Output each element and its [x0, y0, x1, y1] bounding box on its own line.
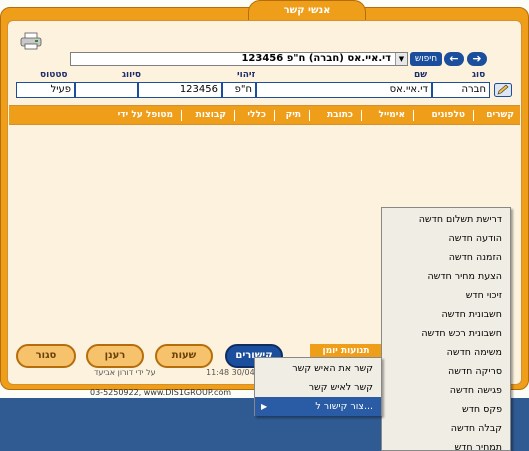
sub-item-link-contact[interactable]: קשר את האיש קשר — [255, 359, 381, 378]
tab-general[interactable]: כללי — [247, 106, 266, 124]
edit-pencil-icon[interactable] — [494, 83, 512, 97]
id-type-field[interactable]: ח"פ — [222, 82, 256, 98]
menu-item-fax[interactable]: פקס חדש — [462, 400, 502, 419]
window-title: אנשי קשר — [248, 0, 366, 22]
name-field[interactable]: די.איי.אס — [256, 82, 432, 98]
arrow-right-icon: ➜ — [472, 52, 482, 65]
tab-separator — [413, 110, 414, 121]
menu-item-costing[interactable]: תמחיר חדש — [454, 438, 502, 450]
sub-item-create-link-to-label: צור קישור ל... — [315, 401, 373, 412]
menu-item-message[interactable]: הודעה חדשה — [449, 229, 502, 248]
id-number-field[interactable]: 123456 — [138, 82, 222, 98]
menu-item-order[interactable]: הזמנה חדשה — [449, 248, 502, 267]
refresh-button[interactable]: רענן — [86, 344, 144, 368]
tab-separator — [181, 110, 182, 121]
menu-item-receipt[interactable]: קבלה חדשה — [451, 419, 502, 438]
menu-item-purchase-invoice[interactable]: חשבונית רכש חדשה — [421, 324, 502, 343]
printer-icon[interactable] — [20, 32, 42, 50]
header-status: סטטוס — [40, 70, 68, 80]
sub-item-create-link-to[interactable]: צור קישור ל... ▶ — [255, 397, 381, 416]
sub-item-link-to-contact[interactable]: קשר לאיש קשר — [255, 378, 381, 397]
arrow-left-icon: ← — [449, 52, 459, 65]
chevron-down-icon[interactable]: ▼ — [395, 53, 407, 65]
classification-field[interactable] — [75, 82, 138, 98]
tab-separator — [274, 110, 275, 121]
tab-email[interactable]: אימייל — [379, 106, 405, 124]
new-document-context-menu: דרישת תשלום חדשה הודעה חדשה הזמנה חדשה ה… — [381, 207, 511, 451]
menu-item-credit[interactable]: זיכוי חדש — [466, 286, 502, 305]
links-context-menu: קשר את האיש קשר קשר לאיש קשר צור קישור ל… — [254, 357, 382, 416]
tab-phones[interactable]: טלפונים — [431, 106, 465, 124]
footer-timestamp: 11:48 30/04/ — [206, 368, 258, 377]
hours-button[interactable]: שעות — [155, 344, 213, 368]
header-classification: סיווג — [122, 70, 141, 80]
menu-item-meeting[interactable]: פגישה חדשה — [450, 381, 502, 400]
journal-entries-label: תנועות יומן — [310, 344, 382, 358]
previous-record-button[interactable]: ← — [444, 52, 464, 66]
tabs-bar: קשרים טלפונים אימייל כתובת תיק כללי קבוצ… — [9, 105, 520, 125]
submenu-arrow-icon: ▶ — [261, 402, 268, 411]
footer-created-by: על ידי דורון אביעד — [94, 368, 156, 377]
type-field[interactable]: חברה — [432, 82, 490, 98]
next-record-button[interactable]: ➜ — [467, 52, 487, 66]
footer-company-info: 03-5250922, www.DIS1GROUP.com — [90, 388, 232, 397]
tab-file[interactable]: תיק — [286, 106, 301, 124]
search-dropdown[interactable]: די.איי.אס (חברה) ח"פ 123456 ▼ — [70, 52, 408, 66]
tab-separator — [361, 110, 362, 121]
menu-item-task[interactable]: משימה חדשה — [447, 343, 502, 362]
header-name: שם — [414, 70, 428, 80]
header-id: זיהוי — [237, 70, 256, 80]
header-type: סוג — [472, 70, 486, 80]
tab-links[interactable]: קשרים — [486, 106, 514, 124]
menu-item-scan[interactable]: סריקה חדשה — [448, 362, 502, 381]
tab-separator — [473, 110, 474, 121]
status-field[interactable]: פעיל — [16, 82, 75, 98]
menu-item-payment-request[interactable]: דרישת תשלום חדשה — [419, 210, 502, 229]
tab-handled-by[interactable]: מטופל על ידי — [118, 106, 173, 124]
menu-item-invoice[interactable]: חשבונית חדשה — [441, 305, 502, 324]
tab-address[interactable]: כתובת — [327, 106, 353, 124]
close-button[interactable]: סגור — [16, 344, 76, 368]
tab-separator — [234, 110, 235, 121]
tab-separator — [309, 110, 310, 121]
menu-item-price-quote[interactable]: הצעת מחיר חדשה — [427, 267, 502, 286]
tab-groups[interactable]: קבוצות — [196, 106, 226, 124]
search-button[interactable]: חיפוש — [410, 52, 442, 66]
search-dropdown-value: די.איי.אס (חברה) ח"פ 123456 — [241, 53, 391, 64]
